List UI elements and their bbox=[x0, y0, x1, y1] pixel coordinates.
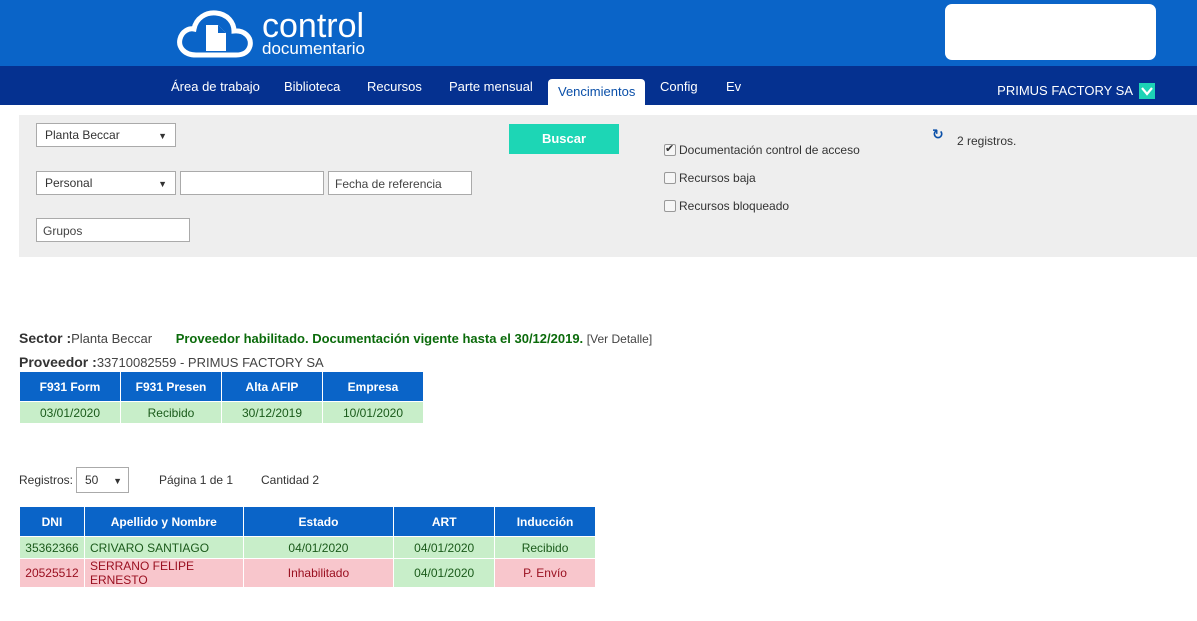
records-count: 2 registros. bbox=[957, 134, 1017, 148]
table-cell: 03/01/2020 bbox=[19, 401, 121, 424]
table-cell: Inhabilitado bbox=[242, 558, 395, 588]
table-header: Apellido y Nombre bbox=[83, 506, 244, 537]
table-cell: 35362366 bbox=[19, 536, 85, 559]
nav-vencimientos[interactable]: Vencimientos bbox=[548, 79, 646, 105]
buscar-button[interactable]: Buscar bbox=[509, 124, 619, 154]
table-header: F931 Form bbox=[19, 371, 121, 402]
caret-down-icon: ▼ bbox=[158, 179, 167, 189]
search-text-input[interactable] bbox=[180, 171, 324, 195]
table-cell: CRIVARO SANTIAGO bbox=[83, 536, 244, 559]
checkbox-checked-icon[interactable] bbox=[664, 142, 676, 156]
table-header: Inducción bbox=[494, 506, 596, 537]
table-header: ART bbox=[393, 506, 496, 537]
brand-subtitle: documentario bbox=[262, 39, 366, 58]
table-header: F931 Presen bbox=[120, 371, 222, 402]
nav-area-de-trabajo[interactable]: Área de trabajo bbox=[171, 79, 260, 94]
sector-value: Planta Beccar bbox=[71, 331, 153, 346]
caret-down-icon: ▼ bbox=[113, 476, 122, 486]
table-header: DNI bbox=[19, 506, 85, 537]
company-name[interactable]: PRIMUS FACTORY SA bbox=[997, 83, 1133, 98]
checkbox-label: Documentación control de acceso bbox=[679, 143, 860, 157]
checkbox-label: Recursos baja bbox=[679, 171, 756, 185]
checkbox-recursos-baja[interactable]: Recursos baja bbox=[664, 171, 756, 185]
company-dropdown-icon[interactable] bbox=[1139, 83, 1155, 99]
provider-line: Proveedor :33710082559 - PRIMUS FACTORY … bbox=[19, 354, 324, 370]
tipo-select-value: Personal bbox=[45, 176, 93, 190]
planta-select-value: Planta Beccar bbox=[45, 128, 120, 142]
provider-status: Proveedor habilitado. Documentación vige… bbox=[175, 331, 584, 346]
nav-parte-mensual[interactable]: Parte mensual bbox=[449, 79, 533, 94]
grupos-input[interactable]: Grupos bbox=[36, 218, 190, 242]
checkbox-unchecked-icon[interactable] bbox=[664, 172, 676, 184]
nav-biblioteca[interactable]: Biblioteca bbox=[284, 79, 340, 94]
provider-value: 33710082559 - PRIMUS FACTORY SA bbox=[96, 355, 324, 370]
provider-label: Proveedor : bbox=[19, 354, 97, 370]
checkbox-unchecked-icon[interactable] bbox=[664, 200, 676, 212]
main-nav: Área de trabajo Biblioteca Recursos Part… bbox=[0, 66, 1197, 105]
table-header: Estado bbox=[242, 506, 395, 537]
refresh-icon[interactable]: ↻ bbox=[932, 126, 944, 143]
table-cell: 04/01/2020 bbox=[393, 536, 496, 559]
user-box bbox=[945, 4, 1156, 60]
cloud-document-icon bbox=[176, 9, 254, 59]
brand-title: control bbox=[262, 7, 365, 45]
page-size-value: 50 bbox=[85, 473, 99, 487]
sector-line: Sector :Planta Beccar Proveedor habilita… bbox=[19, 330, 652, 346]
total-count: Cantidad 2 bbox=[261, 473, 320, 487]
checkbox-recursos-bloqueado[interactable]: Recursos bloqueado bbox=[664, 199, 789, 213]
table-cell: P. Envío bbox=[494, 558, 596, 588]
page-indicator: Página 1 de 1 bbox=[159, 473, 234, 487]
ver-detalle-link[interactable]: [Ver Detalle] bbox=[587, 332, 652, 346]
nav-ev[interactable]: Ev bbox=[726, 79, 741, 94]
top-header: control documentario bbox=[0, 0, 1197, 66]
table-cell: Recibido bbox=[120, 401, 222, 424]
table-cell: Recibido bbox=[494, 536, 596, 559]
table-header: Alta AFIP bbox=[221, 371, 323, 402]
caret-down-icon: ▼ bbox=[158, 131, 167, 141]
nav-config[interactable]: Config bbox=[660, 79, 698, 94]
nav-recursos[interactable]: Recursos bbox=[367, 79, 422, 94]
table-cell: 04/01/2020 bbox=[242, 536, 395, 559]
table-cell: 30/12/2019 bbox=[221, 401, 323, 424]
table-cell: 04/01/2020 bbox=[393, 558, 496, 588]
checkbox-control-acceso[interactable]: Documentación control de acceso bbox=[664, 142, 860, 157]
page-size-select[interactable]: 50 ▼ bbox=[76, 467, 129, 493]
table-cell: SERRANO FELIPE ERNESTO bbox=[83, 558, 244, 588]
table-cell: 10/01/2020 bbox=[322, 401, 424, 424]
table-header: Empresa bbox=[322, 371, 424, 402]
checkbox-label: Recursos bloqueado bbox=[679, 199, 790, 213]
provider-docs-table: F931 Form F931 Presen Alta AFIP Empresa … bbox=[19, 371, 424, 424]
sector-label: Sector : bbox=[19, 330, 72, 346]
people-table: DNI Apellido y Nombre Estado ART Inducci… bbox=[19, 506, 596, 588]
brand-logo[interactable]: control documentario bbox=[176, 8, 365, 60]
table-row[interactable]: 20525512 SERRANO FELIPE ERNESTO Inhabili… bbox=[19, 558, 596, 588]
table-cell: 20525512 bbox=[19, 558, 85, 588]
table-row[interactable]: 35362366 CRIVARO SANTIAGO 04/01/2020 04/… bbox=[19, 536, 596, 559]
fecha-referencia-input[interactable]: Fecha de referencia bbox=[328, 171, 472, 195]
page-size-label: Registros: bbox=[19, 473, 74, 487]
table-row: 03/01/2020 Recibido 30/12/2019 10/01/202… bbox=[19, 401, 424, 424]
tipo-select[interactable]: Personal ▼ bbox=[36, 171, 176, 195]
planta-select[interactable]: Planta Beccar ▼ bbox=[36, 123, 176, 147]
